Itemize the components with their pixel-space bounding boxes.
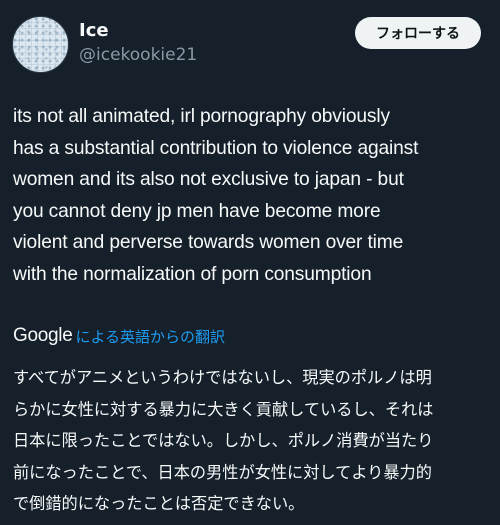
- user-handle[interactable]: @icekookie21: [79, 44, 197, 66]
- translated-text: すべてがアニメというわけではないし、現実のポルノは明 らかに女性に対する暴力に大…: [13, 362, 493, 520]
- tweet-line: has a substantial contribution to violen…: [13, 137, 419, 159]
- avatar[interactable]: [12, 16, 69, 73]
- display-name[interactable]: Ice: [79, 20, 109, 42]
- translated-line: らかに女性に対する暴力に大きく貢献しているし、それは: [13, 399, 434, 419]
- translated-line: すべてがアニメというわけではないし、現実のポルノは明: [13, 368, 432, 387]
- tweet-line: violent and perverse towards women over …: [13, 232, 404, 253]
- translated-line: で倒錯的になったことは否定できない。: [13, 494, 305, 513]
- tweet-line: you cannot deny jp men have become more: [13, 200, 381, 222]
- tweet-text: its not all animated, irl pornography ob…: [13, 101, 493, 290]
- translated-line: 前になったことで、日本の男性が女性に対してより暴力的: [13, 462, 432, 482]
- translation-attribution: Google による英語からの翻訳: [13, 324, 225, 348]
- translation-source-link[interactable]: による英語からの翻訳: [75, 326, 225, 347]
- tweet-header: Ice @icekookie21 フォローする: [0, 0, 500, 90]
- tweet-line: its not all animated, irl pornography ob…: [13, 106, 390, 127]
- translated-line: 日本に限ったことではない。しかし、ポルノ消費が当たり: [13, 431, 434, 450]
- google-logo: Google: [13, 325, 73, 346]
- follow-button[interactable]: フォローする: [355, 17, 481, 49]
- tweet-line: with the normalization of porn consumpti…: [13, 263, 372, 285]
- tweet-line: women and its also not exclusive to japa…: [13, 169, 404, 190]
